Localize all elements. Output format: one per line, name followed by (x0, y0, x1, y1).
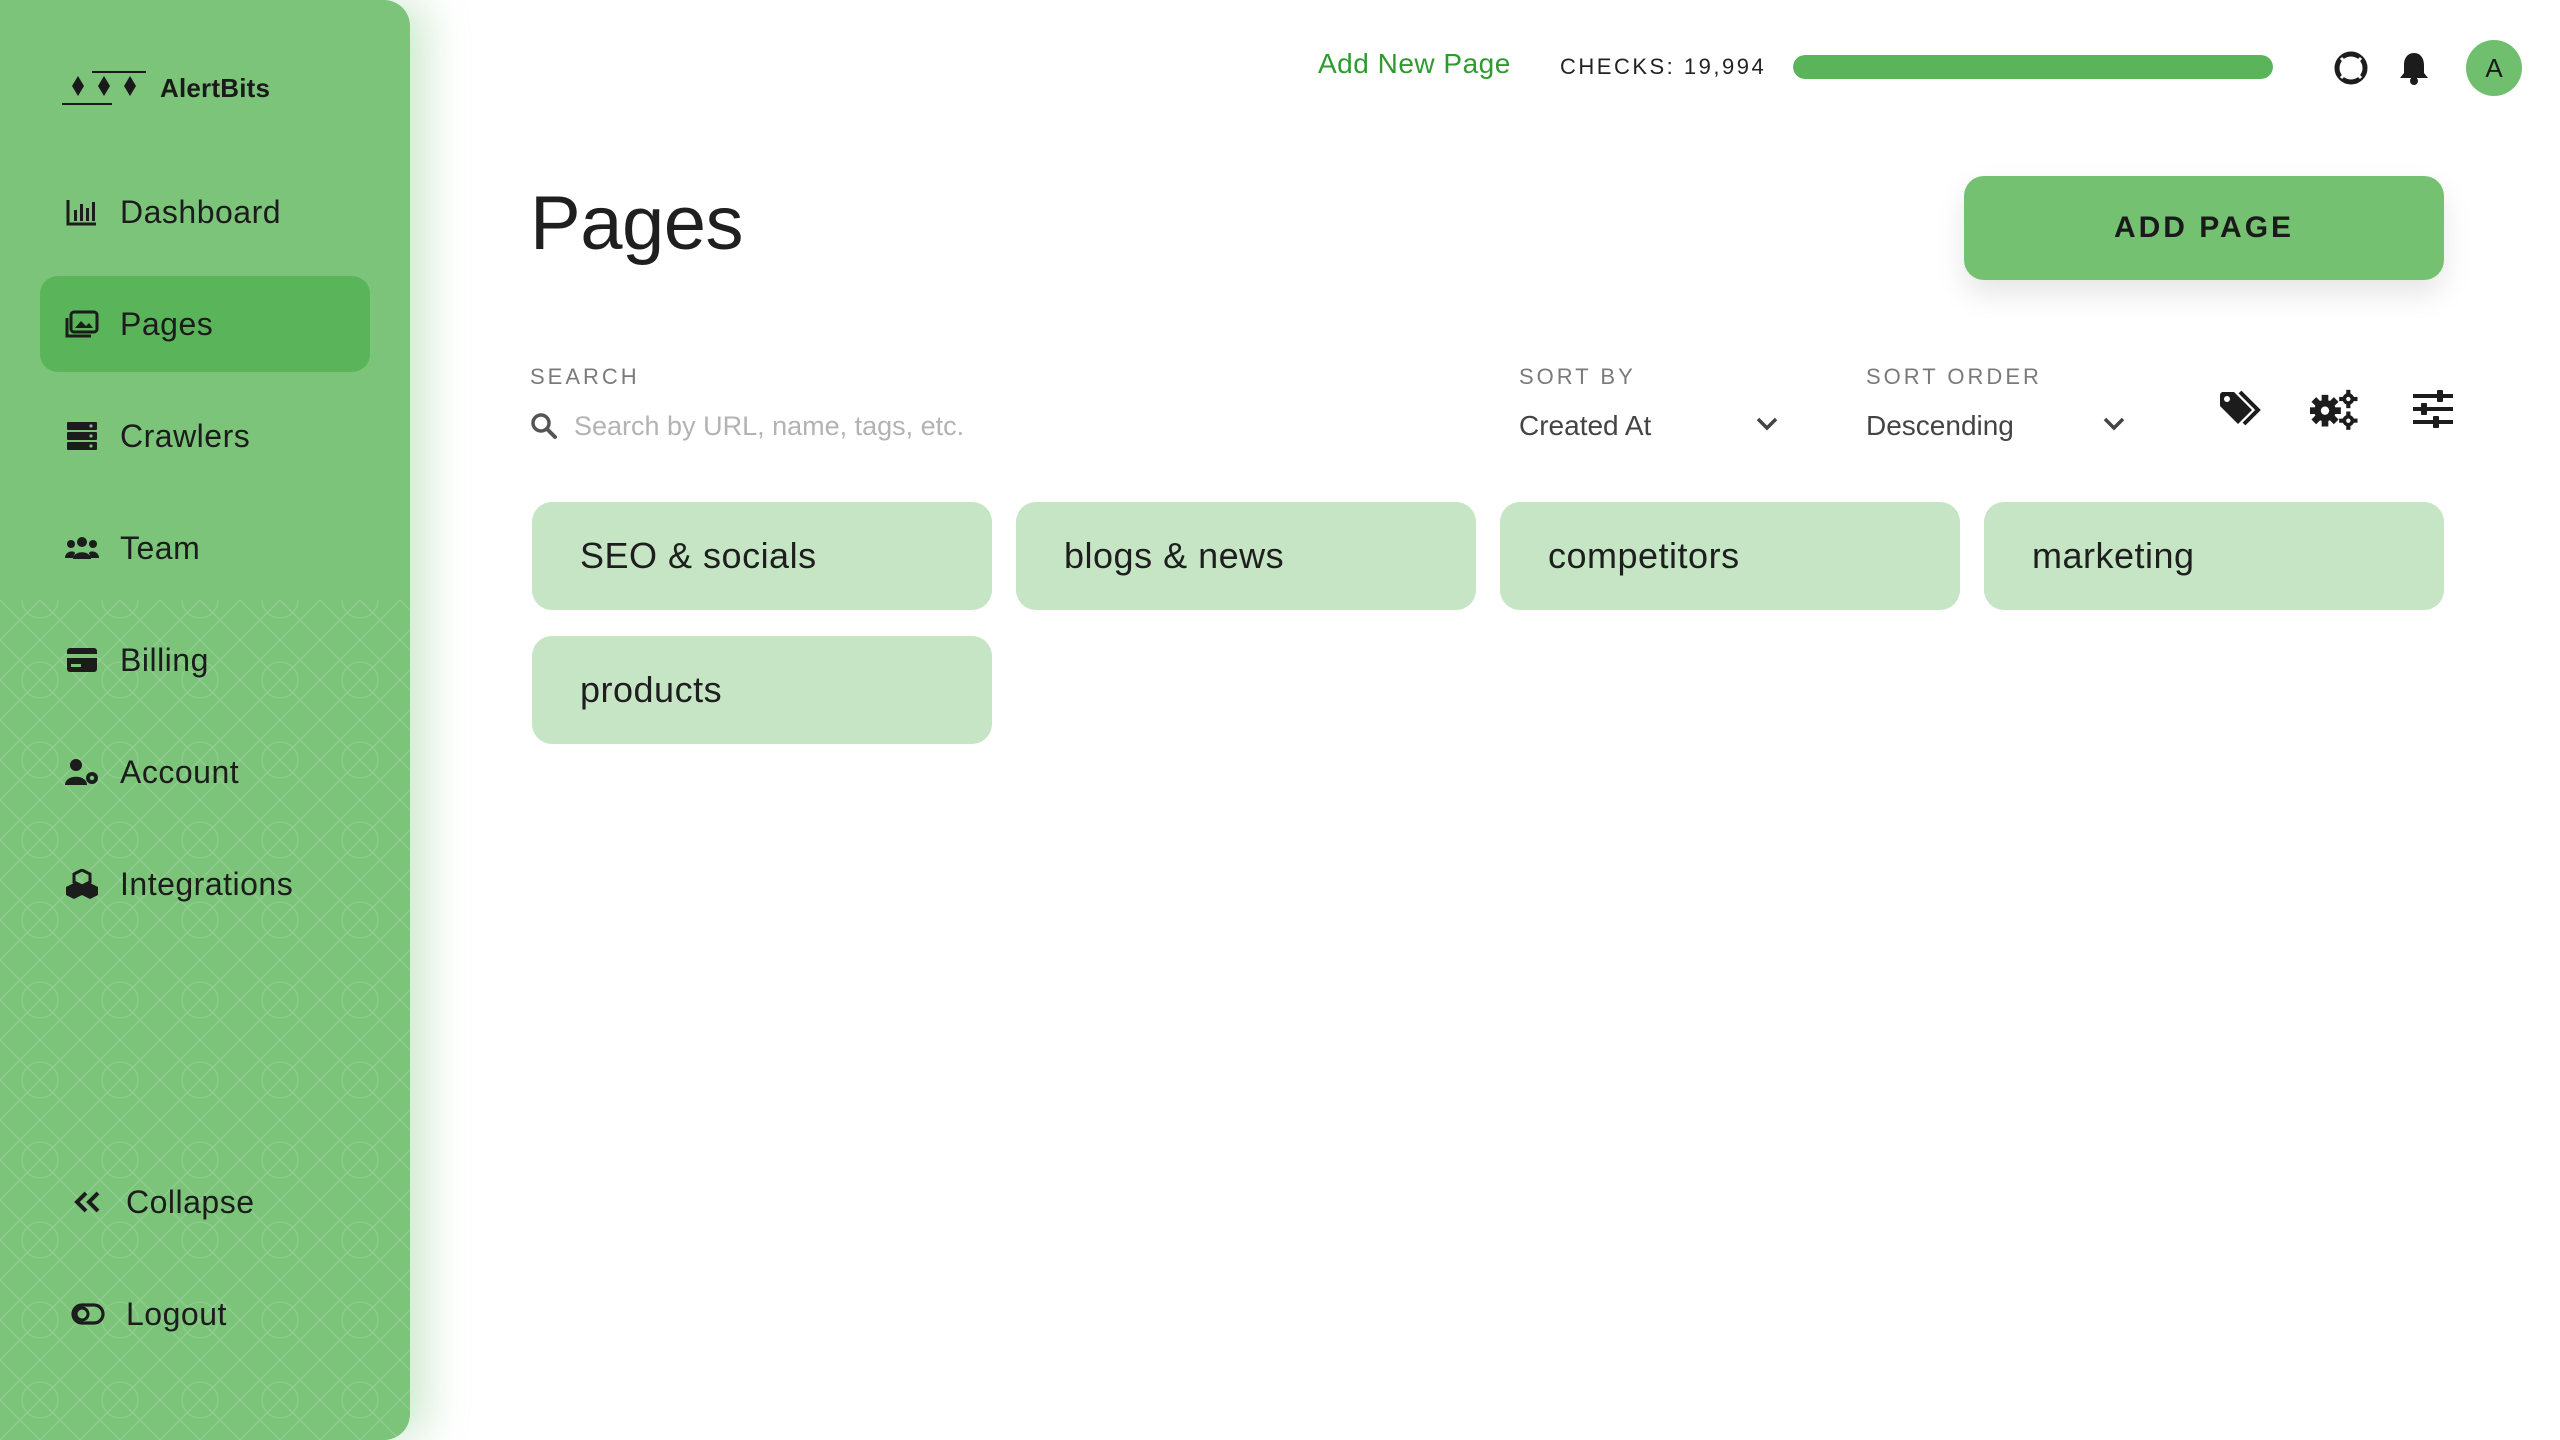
server-icon (64, 418, 100, 454)
brand-name: AlertBits (160, 72, 271, 103)
search-input[interactable] (572, 409, 1392, 443)
sort-by-value: Created At (1519, 410, 1652, 441)
collapse-label: Collapse (126, 1183, 255, 1220)
gears-icon[interactable] (2310, 384, 2360, 434)
sidebar-item-label: Crawlers (120, 417, 251, 454)
tag-card-blogs-news[interactable]: blogs & news (1016, 502, 1476, 610)
sort-order-select[interactable]: Descending (1866, 404, 2126, 448)
sidebar-item-billing[interactable]: Billing (40, 612, 370, 708)
cubes-icon (64, 866, 100, 902)
collapse-button[interactable]: Collapse (40, 1154, 370, 1250)
page-title: Pages (530, 181, 744, 266)
sidebar-item-team[interactable]: Team (40, 500, 370, 596)
logout-label: Logout (126, 1295, 227, 1332)
chevron-down-icon (1755, 416, 1779, 437)
tag-label: SEO & socials (580, 535, 817, 576)
tag-label: products (580, 669, 723, 710)
bell-icon[interactable] (2396, 50, 2432, 86)
user-gear-icon (64, 754, 100, 790)
tag-card-seo-socials[interactable]: SEO & socials (532, 502, 992, 610)
search-icon (530, 412, 558, 440)
sidebar-item-label: Team (120, 529, 201, 566)
search-label: SEARCH (530, 364, 640, 389)
chart-bar-icon (64, 194, 100, 230)
sort-order-value: Descending (1866, 410, 2014, 441)
logout-button[interactable]: Logout (40, 1266, 370, 1362)
toggle-off-icon (70, 1296, 106, 1332)
sidebar: AlertBits Dashboard Pages Crawlers Team … (0, 0, 410, 1440)
checks-progress-bar (1793, 55, 2273, 79)
credit-card-icon (64, 642, 100, 678)
checks-progress-fill (1793, 55, 2273, 79)
users-icon (64, 530, 100, 566)
sidebar-item-label: Pages (120, 305, 214, 342)
sidebar-item-integrations[interactable]: Integrations (40, 836, 370, 932)
sidebar-item-label: Dashboard (120, 193, 282, 230)
avatar[interactable]: A (2466, 40, 2522, 96)
tag-card-marketing[interactable]: marketing (1984, 502, 2444, 610)
sidebar-item-label: Integrations (120, 865, 294, 902)
checks-counter: CHECKS: 19,994 (1560, 54, 1767, 79)
tag-label: blogs & news (1064, 535, 1285, 576)
sort-order-label: SORT ORDER (1866, 364, 2042, 389)
sort-by-select[interactable]: Created At (1519, 404, 1779, 448)
tag-label: competitors (1548, 535, 1740, 576)
tag-label: marketing (2032, 535, 2195, 576)
tags-icon[interactable] (2216, 384, 2266, 434)
tag-card-products[interactable]: products (532, 636, 992, 744)
brand[interactable]: AlertBits (62, 68, 270, 108)
sidebar-item-label: Billing (120, 641, 209, 678)
sidebar-item-account[interactable]: Account (40, 724, 370, 820)
chevron-down-icon (2102, 416, 2126, 437)
sidebar-item-label: Account (120, 753, 240, 790)
sidebar-item-crawlers[interactable]: Crawlers (40, 388, 370, 484)
add-new-page-link[interactable]: Add New Page (1318, 48, 1511, 80)
sliders-icon[interactable] (2408, 384, 2458, 434)
add-page-button[interactable]: ADD PAGE (1964, 176, 2444, 280)
sort-by-label: SORT BY (1519, 364, 1636, 389)
images-icon (64, 306, 100, 342)
sidebar-item-dashboard[interactable]: Dashboard (40, 164, 370, 260)
tag-card-competitors[interactable]: competitors (1500, 502, 1960, 610)
alertbits-logo-icon (62, 68, 146, 108)
sidebar-item-pages[interactable]: Pages (40, 276, 370, 372)
double-chevron-left-icon (70, 1184, 106, 1220)
search-field (530, 404, 1430, 448)
support-lifebuoy-icon[interactable] (2333, 50, 2369, 86)
